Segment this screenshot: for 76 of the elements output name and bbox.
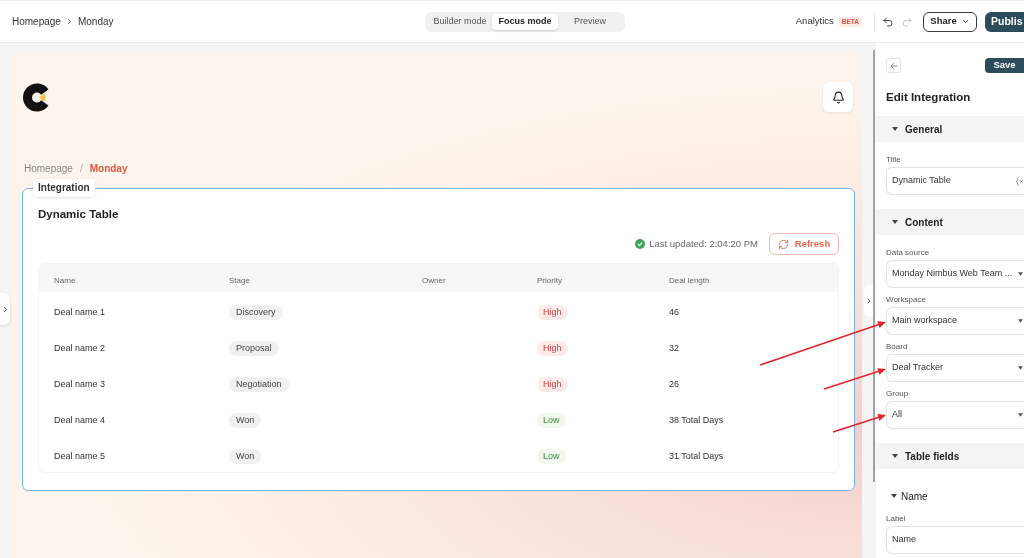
select-field[interactable]: All xyxy=(886,401,1024,429)
redo-icon xyxy=(901,15,913,28)
column-header: Deal length xyxy=(669,276,710,285)
priority-tag: High xyxy=(537,377,568,393)
priority-tag: High xyxy=(537,341,568,357)
stage-tag: Negotiation xyxy=(229,377,289,393)
mode-tab[interactable]: Preview xyxy=(558,13,622,30)
chevron-down-icon xyxy=(960,17,970,26)
table-cell: Deal name 2 xyxy=(54,343,106,353)
last-updated-text: Last updated: 2:04:20 PM xyxy=(649,236,758,251)
sidebar-toggle[interactable] xyxy=(0,293,10,325)
breadcrumb-item[interactable]: Monday xyxy=(77,15,114,28)
panel-toggle[interactable] xyxy=(864,285,873,317)
priority-tag: Low xyxy=(537,413,566,429)
undo-icon xyxy=(882,15,894,28)
breadcrumb-separator: / xyxy=(79,163,83,174)
back-button[interactable] xyxy=(886,58,901,73)
stage-tag: Won xyxy=(229,413,262,429)
publish-button[interactable]: Publis xyxy=(985,11,1024,32)
select-field[interactable]: Deal Tracker xyxy=(886,354,1024,382)
priority-tag: High xyxy=(537,305,568,321)
check-circle-icon xyxy=(635,239,646,249)
stage-tag: Proposal xyxy=(229,341,279,357)
column-header: Owner xyxy=(422,276,446,285)
column-header: Stage xyxy=(229,276,250,285)
column-header: Name xyxy=(54,276,76,285)
integration-tag: Integration xyxy=(33,179,95,197)
table-cell: 46 xyxy=(669,307,679,317)
mode-tab[interactable]: Focus mode xyxy=(492,13,558,30)
breadcrumb-item[interactable]: Monday xyxy=(89,163,128,174)
stage-tag: Won xyxy=(229,449,262,465)
select-field[interactable]: Monday Nimbus Web Team ... xyxy=(886,260,1024,288)
field-label: Board xyxy=(886,343,909,351)
field-label: Group xyxy=(886,390,910,398)
annotation-arrow xyxy=(832,414,886,433)
arrow-left-icon xyxy=(888,60,899,71)
panel-title: Edit Integration xyxy=(886,90,972,104)
annotation-arrow xyxy=(823,368,886,390)
breadcrumb-item[interactable]: Homepage xyxy=(12,15,61,28)
share-button[interactable]: Share xyxy=(923,11,977,32)
field-label: Workspace xyxy=(886,296,927,304)
logo-icon xyxy=(23,83,50,112)
field-label: Data source xyxy=(886,249,931,257)
table-cell: Deal name 1 xyxy=(54,307,106,317)
priority-tag: Low xyxy=(537,449,566,465)
refresh-icon xyxy=(777,238,789,250)
section-header[interactable]: Content xyxy=(876,209,1024,235)
table-cell: Deal name 3 xyxy=(54,379,106,389)
mode-tab[interactable]: Builder mode xyxy=(428,13,492,30)
section-header[interactable]: Table fields xyxy=(876,443,1024,469)
undo-button[interactable] xyxy=(881,14,895,29)
table-cell: 38 Total Days xyxy=(669,415,724,425)
table-cell: 26 xyxy=(669,379,679,389)
text-field[interactable]: Dynamic Table xyxy=(886,167,1024,195)
analytics-link[interactable]: Analytics xyxy=(795,14,834,29)
field-label: Label xyxy=(886,515,907,523)
save-button[interactable]: Save xyxy=(985,58,1024,73)
table-cell: Deal name 5 xyxy=(54,451,106,461)
card-title: Dynamic Table xyxy=(38,207,120,221)
bell-icon xyxy=(831,90,845,104)
table-cell: Deal name 4 xyxy=(54,415,106,425)
text-field[interactable]: Name xyxy=(886,526,1024,554)
section-header[interactable]: General xyxy=(876,116,1024,142)
column-header: Priority xyxy=(537,276,562,285)
variable-icon xyxy=(1016,176,1023,186)
field-label: Title xyxy=(886,156,902,164)
dropdown-caret-icon xyxy=(1018,319,1023,323)
dropdown-caret-icon xyxy=(1018,272,1023,276)
table-cell: 31 Total Days xyxy=(669,451,724,461)
stage-tag: Discovery xyxy=(229,305,283,321)
dropdown-caret-icon xyxy=(1018,413,1023,417)
table-cell: 32 xyxy=(669,343,679,353)
select-field[interactable]: Main workspace xyxy=(886,307,1024,335)
dropdown-caret-icon xyxy=(1018,366,1023,370)
subsection-header[interactable]: Name xyxy=(886,489,928,503)
notifications-button[interactable] xyxy=(823,82,853,112)
